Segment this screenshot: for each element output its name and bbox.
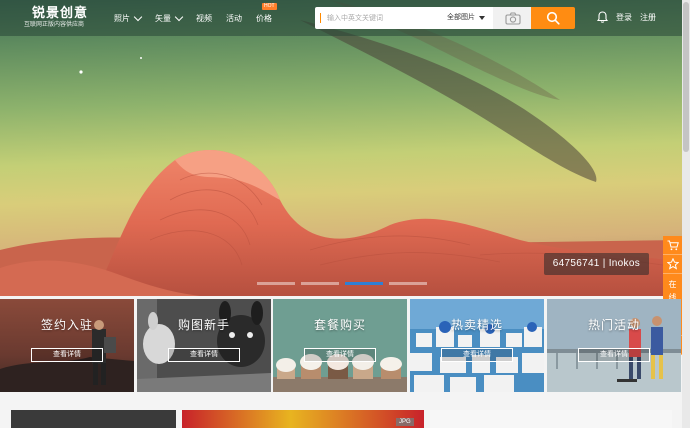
hero-image [0, 0, 682, 296]
card-title: 签约入驻 [40, 318, 93, 332]
bell-icon[interactable] [597, 11, 608, 23]
top-header: 锐景创意 互联网正版内容供应商 照片 矢量 视频 活动 价格 HOT 全部图片 [0, 0, 682, 36]
card-packages[interactable]: 套餐购买 查看详情 [273, 299, 407, 392]
card-events[interactable]: 热门活动 查看详情 [547, 299, 681, 392]
nav-item-videos[interactable]: 视频 [196, 11, 212, 25]
search-bar: 全部图片 [315, 7, 533, 29]
card-title: 热门活动 [587, 318, 640, 332]
card-title: 套餐购买 [313, 318, 366, 332]
text-caret [320, 13, 321, 23]
caret-down-icon [479, 16, 485, 20]
logo-title: 锐景创意 [32, 5, 89, 20]
gallery-tile[interactable] [430, 410, 672, 428]
main-nav: 照片 矢量 视频 活动 价格 HOT [114, 3, 286, 25]
search-scope-select[interactable]: 全部图片 [447, 7, 485, 29]
carousel-dot[interactable] [389, 282, 427, 285]
gallery-tile[interactable] [182, 410, 424, 428]
carousel-indicator [257, 282, 427, 285]
card-title: 购图新手 [177, 318, 230, 332]
view-details-button[interactable]: 查看详情 [31, 348, 103, 362]
nav-item-pricing[interactable]: 价格 HOT [256, 3, 277, 25]
site-logo[interactable]: 锐景创意 互联网正版内容供应商 [24, 5, 96, 30]
card-image [0, 299, 134, 392]
card-hot-picks[interactable]: 热卖精选 查看详情 [410, 299, 544, 392]
view-details-button[interactable]: 查看详情 [578, 348, 650, 362]
register-link[interactable]: 注册 [640, 12, 656, 23]
gallery-tile[interactable] [11, 410, 176, 428]
favorites-button[interactable] [663, 255, 682, 274]
carousel-dot[interactable] [257, 282, 295, 285]
cart-button[interactable] [663, 236, 682, 255]
card-image [547, 299, 681, 392]
search-button[interactable] [531, 7, 575, 29]
view-details-button[interactable]: 查看详情 [441, 348, 513, 362]
user-area: 登录 注册 [597, 11, 656, 23]
nav-item-vectors[interactable]: 矢量 [155, 11, 184, 25]
nav-item-events[interactable]: 活动 [226, 11, 242, 25]
hero-banner[interactable]: 64756741 | Inokos [0, 0, 682, 296]
carousel-dot[interactable] [301, 282, 339, 285]
carousel-dot-active[interactable] [345, 282, 383, 285]
scrollbar-thumb[interactable] [683, 2, 689, 152]
view-details-button[interactable]: 查看详情 [168, 348, 240, 362]
star-icon [666, 258, 679, 270]
chevron-down-icon [174, 12, 184, 21]
jpg-badge: JPG [396, 418, 414, 426]
card-new-buyers[interactable]: 购图新手 查看详情 [137, 299, 271, 392]
view-details-button[interactable]: 查看详情 [304, 348, 376, 362]
logo-subtitle: 互联网正版内容供应商 [24, 22, 85, 28]
page-scrollbar[interactable] [682, 0, 690, 428]
card-image [410, 299, 544, 392]
nav-item-photos[interactable]: 照片 [114, 11, 143, 25]
camera-icon [505, 11, 521, 25]
category-cards: 签约入驻 查看详情 购图新手 查看详情 套餐购买 查看详情 热卖精选 查看详情 … [0, 299, 682, 392]
card-image [137, 299, 271, 392]
card-signup[interactable]: 签约入驻 查看详情 [0, 299, 134, 392]
image-search-button[interactable] [493, 7, 533, 29]
card-image [273, 299, 407, 392]
photo-id-label[interactable]: 64756741 | Inokos [543, 253, 649, 275]
chevron-down-icon [133, 12, 143, 21]
search-icon [546, 11, 560, 25]
hot-badge: HOT [262, 3, 277, 10]
search-input[interactable] [327, 7, 447, 29]
cart-icon [667, 240, 679, 250]
card-title: 热卖精选 [450, 318, 503, 332]
login-link[interactable]: 登录 [616, 12, 632, 23]
